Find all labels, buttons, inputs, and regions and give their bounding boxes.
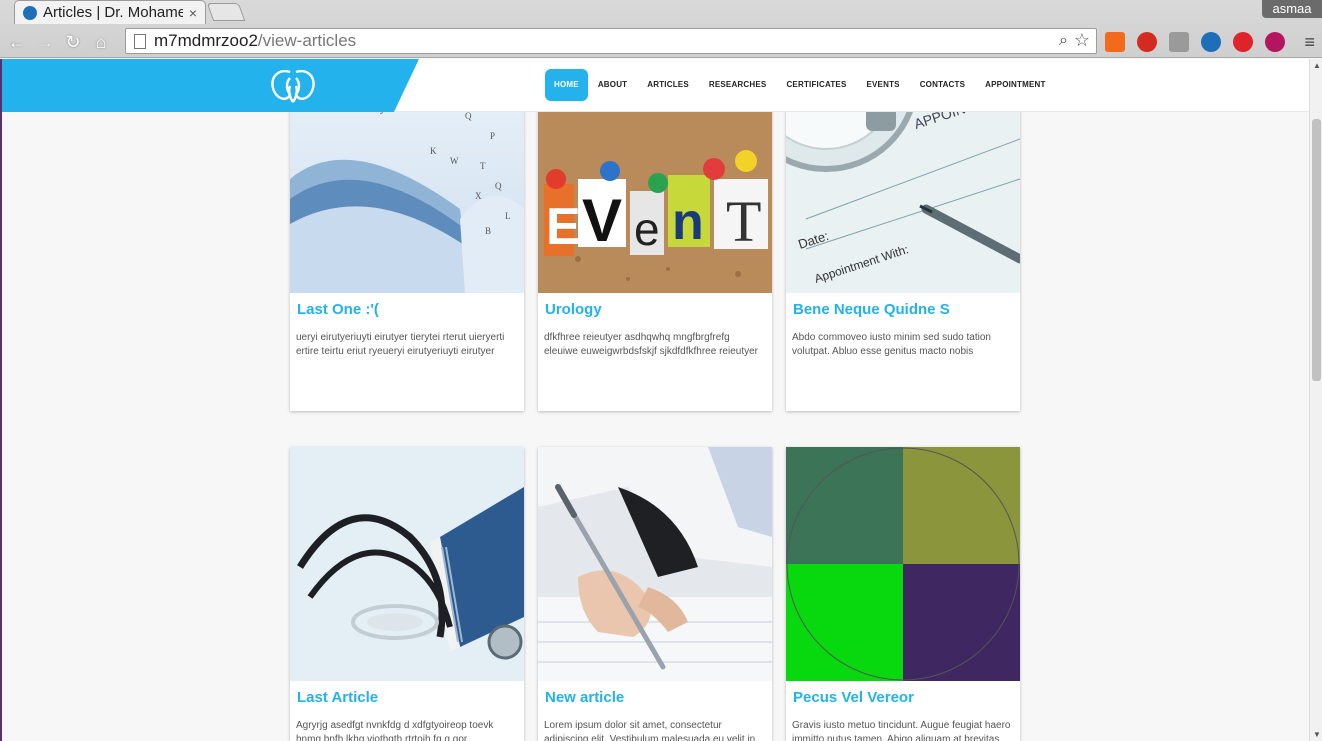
- drupal-extension-icon[interactable]: [1201, 32, 1221, 52]
- card-description: ueryi eirutyeriuyti eirutyer tierytei rt…: [296, 332, 505, 357]
- doctor-writing-icon: [538, 447, 772, 681]
- card-title[interactable]: Pecus Vel Vereor: [786, 689, 1020, 709]
- drupal-favicon-icon: [23, 5, 37, 20]
- page-viewport: JOS QPT WKQ XLB Last One :'( ueryi eirut…: [0, 59, 1309, 741]
- address-bar[interactable]: m7mdmrzoo2/view-articles ⌕ ☆: [125, 28, 1097, 54]
- nav-appointment[interactable]: APPOINTMENT: [975, 69, 1055, 101]
- placeholder-quadrant-icon: [786, 447, 1020, 681]
- article-card[interactable]: Last Article Agryrjg asedfgt nvnkfdg d x…: [290, 447, 524, 741]
- page-scrollbar[interactable]: ▲ ▼: [1309, 59, 1322, 741]
- scroll-down-icon[interactable]: ▼: [1313, 730, 1321, 739]
- url-path: /view-articles: [257, 31, 357, 50]
- kidney-logo-icon[interactable]: [268, 68, 318, 104]
- nav-events[interactable]: EVENTS: [856, 69, 909, 101]
- url-host: m7mdmrzoo2: [154, 31, 258, 50]
- svg-text:T: T: [480, 161, 486, 171]
- browser-tab[interactable]: Articles | Dr. Mohamed ×: [14, 0, 206, 24]
- flower-extension-icon[interactable]: [1265, 32, 1285, 52]
- adblock-extension-icon[interactable]: [1137, 32, 1157, 52]
- nav-articles[interactable]: ARTICLES: [637, 69, 699, 101]
- red-extension-icon[interactable]: [1233, 32, 1253, 52]
- article-card[interactable]: Pecus Vel Vereor Gravis iusto metuo tinc…: [786, 447, 1020, 741]
- chrome-menu-icon[interactable]: ≡: [1304, 32, 1315, 53]
- main-nav: HOME ABOUT ARTICLES RESEARCHES CERTIFICA…: [545, 69, 1056, 101]
- reload-icon[interactable]: ↻: [62, 31, 84, 53]
- scroll-up-icon[interactable]: ▲: [1313, 61, 1321, 70]
- nav-contacts[interactable]: CONTACTS: [910, 69, 975, 101]
- card-description: Gravis iusto metuo tincidunt. Augue feug…: [792, 720, 1011, 741]
- svg-text:n: n: [672, 193, 704, 251]
- svg-text:L: L: [505, 211, 511, 221]
- nav-home[interactable]: HOME: [545, 69, 588, 101]
- cubes-extension-icon[interactable]: [1169, 32, 1189, 52]
- card-title[interactable]: Last Article: [290, 689, 524, 709]
- svg-text:V: V: [582, 187, 622, 254]
- browser-chrome: Articles | Dr. Mohamed × asmaa ← → ↻ ⌂ m…: [0, 0, 1322, 58]
- nav-about[interactable]: ABOUT: [588, 69, 637, 101]
- card-title[interactable]: Bene Neque Quidne S: [786, 301, 1020, 321]
- stethoscope-icon: [290, 447, 524, 681]
- card-title[interactable]: Last One :'(: [290, 301, 524, 321]
- logo-band: [2, 59, 419, 112]
- svg-text:e: e: [634, 203, 660, 255]
- nav-researches[interactable]: RESEARCHES: [699, 69, 777, 101]
- card-description: Agryrjg asedfgt nvnkfdg d xdfgtyoireop t…: [296, 720, 494, 741]
- svg-text:K: K: [430, 146, 437, 156]
- site-header: HOME ABOUT ARTICLES RESEARCHES CERTIFICA…: [2, 59, 1309, 112]
- svg-text:Q: Q: [495, 181, 502, 191]
- svg-text:B: B: [485, 226, 491, 236]
- svg-text:Q: Q: [465, 111, 472, 121]
- svg-text:E: E: [546, 198, 581, 256]
- card-title[interactable]: Urology: [538, 301, 772, 321]
- card-description: Abdo commoveo iusto minim sed sudo tatio…: [792, 332, 991, 357]
- soundcloud-extension-icon[interactable]: [1105, 32, 1125, 52]
- svg-text:X: X: [475, 191, 482, 201]
- scrollbar-thumb[interactable]: [1312, 119, 1321, 381]
- card-title[interactable]: New article: [538, 689, 772, 709]
- nav-certificates[interactable]: CERTIFICATES: [776, 69, 856, 101]
- page-icon: [134, 33, 146, 49]
- tab-close-icon[interactable]: ×: [189, 5, 197, 21]
- browser-toolbar: ← → ↻ ⌂ m7mdmrzoo2/view-articles ⌕ ☆ ≡: [0, 26, 1322, 58]
- svg-text:T: T: [726, 189, 761, 254]
- card-description: dfkfhree reieutyer asdhqwhq mngfbrgfrefg…: [544, 332, 758, 357]
- forward-icon[interactable]: →: [34, 31, 56, 53]
- article-card[interactable]: New article Lorem ipsum dolor sit amet, …: [538, 447, 772, 741]
- tab-title: Articles | Dr. Mohamed: [43, 4, 183, 21]
- card-description: Lorem ipsum dolor sit amet, consectetur …: [544, 720, 756, 741]
- back-icon[interactable]: ←: [6, 31, 28, 53]
- bookmark-star-icon[interactable]: ☆: [1074, 30, 1090, 51]
- profile-button[interactable]: asmaa: [1262, 0, 1322, 18]
- svg-text:P: P: [490, 131, 495, 141]
- new-tab-button[interactable]: [206, 3, 246, 21]
- zoom-icon[interactable]: ⌕: [1059, 32, 1068, 50]
- home-icon[interactable]: ⌂: [90, 31, 112, 53]
- svg-text:W: W: [450, 156, 459, 166]
